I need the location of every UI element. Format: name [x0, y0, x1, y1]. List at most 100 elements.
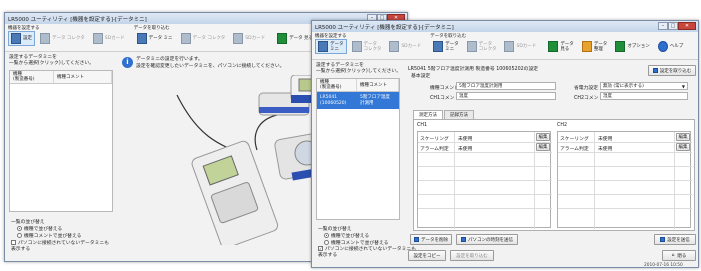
front-show-disconnected[interactable]: ✓ パソコンに接続されていないデータミニも 表示する: [318, 246, 416, 259]
radio-icon[interactable]: [324, 233, 329, 238]
info-icon: i: [122, 57, 133, 68]
front-sort-option-model[interactable]: 機種で並び替える: [324, 232, 369, 239]
back-col-comment[interactable]: 機種コメント: [54, 71, 112, 83]
copy-settings-button[interactable]: 設定をコピー: [408, 250, 446, 261]
front-tb-datamini-setup[interactable]: データ ミニ: [315, 39, 347, 54]
front-tb-collector-setup[interactable]: データ コレクタ: [349, 39, 385, 54]
checkbox-icon[interactable]: ✓: [318, 246, 323, 251]
folder-icon: [581, 41, 592, 52]
front-tb-collector-import[interactable]: データ コレクタ: [464, 39, 500, 54]
ch1-alarm-edit-button[interactable]: 編集: [536, 143, 550, 151]
back-tb-view-data[interactable]: データ 見る: [274, 31, 316, 46]
close-icon[interactable]: ✕: [678, 22, 696, 30]
ch1-comment-label: CH1コメント: [430, 96, 460, 101]
delete-data-button[interactable]: データを削除: [410, 234, 452, 245]
data-icon: [40, 33, 50, 44]
row-divider: [418, 180, 552, 181]
front-basic-settings: 基本設定: [411, 74, 431, 79]
checkbox-icon[interactable]: [11, 240, 16, 245]
row-divider: [418, 166, 552, 167]
tab-measurement[interactable]: 測定方法: [413, 110, 443, 119]
front-col-comment[interactable]: 機種コメント: [357, 79, 399, 91]
home-icon: ⌂: [671, 253, 675, 258]
row-divider: [558, 166, 692, 167]
ch2-scaling-label: スケーリング: [560, 137, 589, 142]
send-settings-button[interactable]: 設定を送信: [654, 234, 696, 245]
ch1-scaling-label: スケーリング: [420, 137, 449, 142]
front-toolbar-group-import: データを取り込む データ ミニ データ コレクタ SDカード: [430, 33, 541, 54]
data-icon: [180, 33, 191, 44]
front-toolbar-group-setup: 機器を設定する データ ミニ データ コレクタ SDカード: [315, 33, 426, 54]
ch1-scaling-edit-button[interactable]: 編集: [536, 133, 550, 141]
front-tb-sdcard-setup[interactable]: SDカード: [386, 39, 424, 54]
back-sort-option-model[interactable]: 機種で並び替える: [17, 225, 62, 232]
radio-icon[interactable]: [324, 240, 329, 245]
back-tb-collector-import[interactable]: データ コレクタ: [178, 31, 229, 46]
radio-icon[interactable]: [17, 226, 22, 231]
front-tb-view-data[interactable]: データ 見る: [545, 39, 577, 54]
minimize-icon[interactable]: –: [658, 22, 668, 30]
back-show-disconnected[interactable]: パソコンに接続されていないデータミニも 表示する: [11, 240, 109, 253]
row-divider: [558, 180, 692, 181]
load-file-button[interactable]: 設定を取り込む: [450, 250, 494, 261]
clock-icon: [461, 237, 466, 242]
radio-icon[interactable]: [17, 233, 22, 238]
front-toolbar: 機器を設定する データ ミニ データ コレクタ SDカード データを取り込む デ…: [312, 32, 698, 60]
front-list-item[interactable]: LR5041 (10060520) 5階フロア温度 計測用: [317, 92, 399, 109]
front-tb-sdcard-import[interactable]: SDカード: [501, 39, 539, 54]
front-tb-organize-data[interactable]: データ 整理: [579, 39, 611, 54]
options-icon: [615, 41, 626, 52]
data-icon: [433, 41, 444, 52]
front-sort-label: 一覧の並び替え: [318, 227, 352, 232]
load-settings-button[interactable]: 設定を取り込む: [648, 65, 696, 76]
ch1-scaling-value: 未使用: [458, 137, 473, 142]
measurement-panel: CH1 CH2 スケーリング 未使用 編集 アラーム判定 未使用 編集 スケーリ…: [413, 119, 695, 231]
back-tb-collector-setup[interactable]: データ コレクタ: [37, 31, 88, 46]
maximize-icon[interactable]: □: [668, 22, 678, 30]
row-divider: [418, 208, 552, 209]
tab-recording[interactable]: 記録方法: [444, 110, 474, 119]
back-device-list[interactable]: 機種 (製造番号) 機種コメント: [9, 70, 113, 212]
card-icon: [504, 41, 515, 52]
chevron-down-icon[interactable]: ▼: [682, 84, 687, 89]
card-icon: [233, 33, 244, 44]
front-sort-option-comment[interactable]: 機種コメントで並び替える: [324, 239, 388, 246]
close-button[interactable]: ⌂ 閉る: [662, 250, 696, 261]
device-icon: [11, 33, 21, 44]
front-device-list[interactable]: 機種 (製造番号) 機種コメント LR5041 (10060520) 5階フロア…: [316, 78, 400, 220]
back-tb-sdcard-import[interactable]: SDカード: [230, 31, 268, 46]
back-tb-sdcard-setup[interactable]: SDカード: [90, 31, 128, 46]
front-toolbar-group-tools: データ 見る データ 整理 オプション ヘルプ: [545, 39, 688, 54]
power-saving-label: 省電力設定: [574, 86, 598, 91]
ch1-label: CH1: [417, 123, 428, 128]
back-tb-datamini-import[interactable]: データ ミニ: [134, 31, 176, 46]
front-list-instruction: 設定するデータミニを 一覧から選択(クリック)してください。: [316, 63, 402, 74]
back-toolbar-group-setup: 機器を設定する 設定 データ コレクタ SDカード: [8, 25, 130, 46]
col-divider: [454, 132, 455, 229]
row-divider: [558, 152, 692, 153]
card-icon: [389, 41, 400, 52]
ch2-scaling-edit-button[interactable]: 編集: [676, 133, 690, 141]
back-col-model[interactable]: 機種 (製造番号): [10, 71, 54, 83]
graph-icon: [548, 41, 559, 52]
front-col-model[interactable]: 機種 (製造番号): [317, 79, 357, 91]
device-comment-field[interactable]: 5階フロア温度計測用: [456, 82, 556, 90]
help-icon: [657, 41, 668, 52]
back-sort-option-comment[interactable]: 機種コメントで並び替える: [17, 232, 81, 239]
row-divider: [558, 194, 692, 195]
back-sort-label: 一覧の並び替え: [11, 220, 45, 225]
delete-icon: [414, 237, 419, 242]
front-tb-help[interactable]: ヘルプ: [655, 39, 687, 54]
send-time-button[interactable]: パソコンの時刻を送信: [456, 234, 518, 245]
row-divider: [418, 194, 552, 195]
back-message: データミニの設定を行います。 設定を確認変更したいデータミニを、パソコンに接続し…: [136, 57, 285, 69]
ch1-comment-field[interactable]: 温度: [456, 92, 556, 100]
front-tb-datamini-import[interactable]: データ ミニ: [430, 39, 462, 54]
front-titlebar: LR5000 ユーティリティ [機器を設定する]-[データミニ] – □ ✕: [312, 21, 698, 32]
ch2-comment-field[interactable]: 湿度: [600, 92, 688, 100]
power-saving-select[interactable]: 無効 (常に表示する) ▼: [600, 82, 688, 90]
front-tb-options[interactable]: オプション: [612, 39, 653, 54]
device-icon: [318, 41, 328, 52]
back-tb-datamini-setup[interactable]: 設定: [8, 31, 35, 46]
ch2-alarm-edit-button[interactable]: 編集: [676, 143, 690, 151]
